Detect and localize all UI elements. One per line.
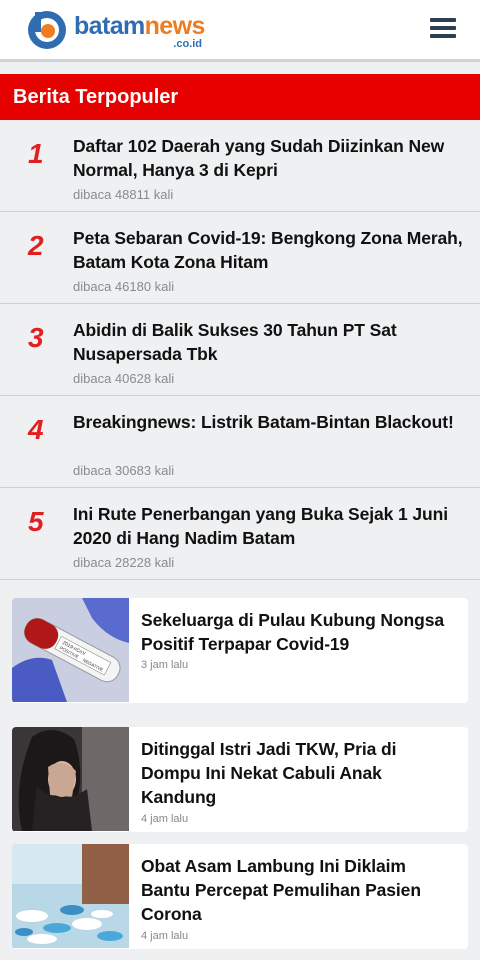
article-time: 3 jam lalu: [141, 659, 189, 671]
site-logo[interactable]: batamnews .co.id: [26, 9, 205, 51]
view-count: dibaca 48811 kali: [73, 187, 174, 202]
popular-item[interactable]: 5 Ini Rute Penerbangan yang Buka Sejak 1…: [0, 488, 480, 580]
article-card[interactable]: Obat Asam Lambung Ini Diklaim Bantu Perc…: [12, 844, 468, 949]
logo-domain: .co.id: [173, 38, 202, 50]
article-card[interactable]: Ditinggal Istri Jadi TKW, Pria di Dompu …: [12, 727, 468, 832]
rank-number: 4: [28, 414, 44, 445]
pills-image[interactable]: [12, 844, 129, 948]
rank-number: 3: [28, 322, 44, 353]
popular-item[interactable]: 1 Daftar 102 Daerah yang Sudah Diizinkan…: [0, 120, 480, 212]
popular-item-title[interactable]: Breakingnews: Listrik Batam-Bintan Black…: [73, 410, 474, 434]
hamburger-menu-icon[interactable]: [430, 18, 458, 42]
site-header: batamnews .co.id: [0, 0, 480, 62]
popular-item-title[interactable]: Daftar 102 Daerah yang Sudah Diizinkan N…: [73, 134, 474, 182]
popular-item[interactable]: 3 Abidin di Balik Sukses 30 Tahun PT Sat…: [0, 304, 480, 396]
popular-list: 1 Daftar 102 Daerah yang Sudah Diizinkan…: [0, 120, 480, 580]
article-card[interactable]: 2019-nCoV POSITIVE NEGATIVE Sekeluarga d…: [12, 598, 468, 703]
popular-item-title[interactable]: Abidin di Balik Sukses 30 Tahun PT Sat N…: [73, 318, 474, 366]
article-time: 4 jam lalu: [141, 813, 189, 825]
section-title: Berita Terpopuler: [13, 86, 179, 108]
view-count: dibaca 40628 kali: [73, 371, 175, 386]
article-title[interactable]: Sekeluarga di Pulau Kubung Nongsa Positi…: [141, 608, 458, 656]
view-count: dibaca 46180 kali: [73, 279, 175, 294]
popular-item[interactable]: 2 Peta Sebaran Covid-19: Bengkong Zona M…: [0, 212, 480, 304]
covid-test-tube-image[interactable]: 2019-nCoV POSITIVE NEGATIVE: [12, 598, 129, 702]
popular-item-title[interactable]: Ini Rute Penerbangan yang Buka Sejak 1 J…: [73, 502, 474, 550]
view-count: dibaca 30683 kali: [73, 463, 175, 478]
sad-woman-image[interactable]: [12, 727, 129, 831]
article-time: 4 jam lalu: [141, 930, 189, 942]
popular-item[interactable]: 4 Breakingnews: Listrik Batam-Bintan Bla…: [0, 396, 480, 488]
section-header: Berita Terpopuler: [0, 74, 480, 120]
article-title[interactable]: Obat Asam Lambung Ini Diklaim Bantu Perc…: [141, 854, 458, 926]
rank-number: 5: [28, 506, 44, 537]
article-title[interactable]: Ditinggal Istri Jadi TKW, Pria di Dompu …: [141, 737, 458, 809]
rank-number: 2: [28, 230, 44, 261]
logo-wordmark: batamnews: [74, 12, 205, 40]
popular-item-title[interactable]: Peta Sebaran Covid-19: Bengkong Zona Mer…: [73, 226, 474, 274]
logo-mark-icon: [26, 9, 68, 51]
rank-number: 1: [28, 138, 44, 169]
view-count: dibaca 28228 kali: [73, 555, 175, 570]
